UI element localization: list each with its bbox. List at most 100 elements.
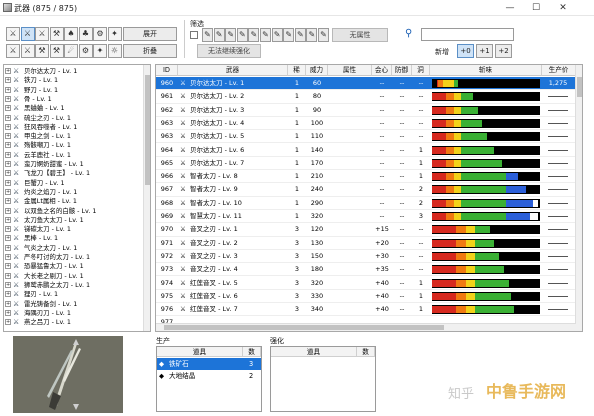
tree-item[interactable]: + ⚔ 严冬叮讨的太刀 - Lv. 1	[4, 253, 144, 261]
weapon-type-icon-11[interactable]: ⚒	[35, 44, 49, 58]
expand-toggle-icon[interactable]: +	[5, 263, 11, 270]
table-row[interactable]: 968 ⚔ 智者太刀 - Lv. 10 1 290 -- -- 2	[156, 197, 576, 210]
element-filter-icon-8[interactable]: ✎	[283, 28, 295, 42]
column-header-sharpness[interactable]: 斩味	[430, 65, 542, 76]
column-header-power[interactable]: 威力	[306, 65, 328, 76]
tree-item[interactable]: + ⚔ 雷光铸备剑 - Lv. 1	[4, 300, 144, 308]
expand-toggle-icon[interactable]: +	[5, 216, 11, 223]
close-button[interactable]: ✕	[551, 0, 575, 16]
expand-toggle-icon[interactable]: +	[5, 170, 11, 177]
tree-item[interactable]: + ⚔ 恐暴猛鲁太刀 - Lv. 1	[4, 262, 144, 270]
expand-toggle-icon[interactable]: +	[5, 281, 11, 288]
expand-button[interactable]: 展开	[123, 27, 177, 41]
element-filter-icon-11[interactable]: ✎	[318, 28, 329, 42]
tree-item[interactable]: + ⚔ 甲虫之剑 - Lv. 1	[4, 132, 144, 140]
tree-item[interactable]: + ⚔ 蛮刀婀奶甜蜜 - Lv. 1	[4, 160, 144, 168]
tree-item[interactable]: + ⚔ 燕之吕刀 - Lv. 1	[4, 318, 144, 326]
weapon-type-icon-2[interactable]: ⚔	[20, 27, 35, 41]
collapse-button[interactable]: 折叠	[123, 44, 177, 58]
table-row[interactable]: 966 ⚔ 智者太刀 - Lv. 8 1 210 -- -- 1	[156, 170, 576, 184]
weapon-table[interactable]: ID 武器稀威力 属性 会心 防御洞斩味 生产价 960 ⚔ 贝尔达太刀 - Lv. 1 1 60…	[155, 64, 583, 332]
production-header-qty[interactable]: 数	[243, 347, 261, 357]
tree-item[interactable]: + ⚔ 以双鱼之名的白骸 - Lv. 1	[4, 207, 144, 215]
expand-toggle-icon[interactable]: +	[5, 161, 11, 167]
tree-item[interactable]: + ⚔ 云羊鹿社 - Lv. 1	[4, 151, 144, 159]
tree-item[interactable]: + ⚔ 硫尘之刃 - Lv. 1	[4, 114, 144, 122]
weapon-type-icon-1[interactable]: ⚔	[6, 27, 20, 41]
expand-toggle-icon[interactable]: +	[5, 114, 11, 121]
production-list[interactable]: 道具 数 ◆ 铁矿石 3 ◆ 大地结晶 2	[156, 346, 262, 412]
weapon-type-icon-3[interactable]: ⚔	[35, 27, 49, 41]
expand-toggle-icon[interactable]: +	[5, 95, 11, 102]
column-header-attribute[interactable]: 属性	[328, 65, 372, 76]
table-row[interactable]: 970 ⚔ 音叉之刃 - Lv. 1 3 120 +15 -- --	[156, 223, 576, 237]
tree-item[interactable]: + ⚔ 巨蟹刀 - Lv. 1	[4, 179, 144, 187]
tree-item[interactable]: + ⚔ 太刀鱼大太刀 - Lv. 1	[4, 216, 144, 224]
maximize-button[interactable]: ☐	[524, 0, 548, 16]
expand-toggle-icon[interactable]: +	[5, 207, 11, 214]
expand-toggle-icon[interactable]: +	[5, 198, 11, 205]
new-plus1-button[interactable]: +1	[476, 44, 493, 58]
expand-toggle-icon[interactable]: +	[5, 68, 11, 74]
tree-item[interactable]: + ⚔ 骨 - Lv. 1	[4, 95, 144, 103]
tree-item[interactable]: + ⚔ 气炎之太刀 - Lv. 1	[4, 244, 144, 252]
element-filter-icon-2[interactable]: ✎	[213, 28, 225, 42]
table-row[interactable]: 961 ⚔ 贝尔达太刀 - Lv. 2 1 80 -- -- --	[156, 90, 576, 104]
table-row[interactable]: 976 ⚔ 红莲音叉 - Lv. 7 3 340 +40 -- 1	[156, 303, 576, 317]
weapon-type-icon-4[interactable]: ⚒	[49, 27, 64, 41]
table-row[interactable]: 974 ⚔ 红莲音叉 - Lv. 5 3 320 +40 -- 1	[156, 277, 576, 290]
tree-scrollbar[interactable]	[143, 65, 150, 331]
expand-toggle-icon[interactable]: +	[5, 226, 11, 233]
tree-item[interactable]: + ⚔ 灼炎之焰刀 - Lv. 1	[4, 188, 144, 196]
production-header-item[interactable]: 道具	[157, 347, 243, 357]
expand-toggle-icon[interactable]: +	[5, 105, 11, 112]
element-filter-icon-1[interactable]: ✎	[202, 28, 213, 42]
expand-toggle-icon[interactable]: +	[5, 254, 11, 260]
weapon-type-icon-7[interactable]: ⚙	[93, 27, 107, 41]
tree-item[interactable]: + ⚔ 殇骸嘲刀 - Lv. 1	[4, 141, 144, 149]
column-header-slots[interactable]: 洞	[412, 65, 430, 76]
search-input[interactable]	[421, 28, 514, 41]
expand-toggle-icon[interactable]: +	[5, 291, 11, 298]
element-filter-icon-9[interactable]: ✎	[294, 28, 306, 42]
table-row[interactable]: 963 ⚔ 贝尔达太刀 - Lv. 5 1 110 -- -- --	[156, 130, 576, 144]
production-row[interactable]: ◆ 大地结晶 2	[157, 370, 261, 382]
table-scroll-thumb[interactable]	[577, 77, 582, 97]
table-row[interactable]: 963 ⚔ 贝尔达太刀 - Lv. 4 1 100 -- -- --	[156, 117, 576, 131]
table-row[interactable]: 960 ⚔ 贝尔达太刀 - Lv. 1 1 60 -- -- -- 1,275	[156, 77, 576, 91]
table-row[interactable]: 973 ⚔ 音叉之刃 - Lv. 4 3 180 +35 -- --	[156, 263, 576, 277]
expand-toggle-icon[interactable]: +	[5, 235, 11, 242]
tree-item[interactable]: + ⚔ 黑棒 - Lv. 1	[4, 234, 144, 242]
tree-item[interactable]: + ⚔ 金属Lt属相 - Lv. 1	[4, 197, 144, 205]
tree-item[interactable]: + ⚔ 锑碳太刀 - Lv. 1	[4, 225, 144, 233]
expand-toggle-icon[interactable]: +	[5, 309, 11, 316]
weapon-type-icon-9[interactable]: ⚔	[6, 44, 20, 58]
weapon-tree[interactable]: + ⚔ 贝尔达太刀 - Lv. 1 + ⚔ 铁刀 - Lv. 1 + ⚔ 野刀 - Lv. 1 +…	[3, 64, 151, 332]
element-filter-icon-5[interactable]: ✎	[248, 28, 260, 42]
column-header-weapon[interactable]: 武器	[178, 65, 288, 76]
element-filter-icon-6[interactable]: ✎	[260, 28, 271, 42]
tree-scroll-thumb[interactable]	[145, 75, 150, 185]
table-row[interactable]: 967 ⚔ 智者太刀 - Lv. 9 1 240 -- -- 2	[156, 183, 576, 197]
new-plus0-button[interactable]: +0	[457, 44, 474, 58]
column-header-id[interactable]: ID	[156, 65, 178, 76]
upgrade-header-qty[interactable]: 数	[357, 347, 375, 357]
table-row[interactable]: 972 ⚔ 音叉之刃 - Lv. 3 3 150 +30 -- --	[156, 250, 576, 264]
weapon-type-icon-12[interactable]: ⚒	[49, 44, 64, 58]
tree-item[interactable]: + ⚔ 海隅刃刀 - Lv. 1	[4, 309, 144, 317]
tree-item[interactable]: + ⚔ 贝尔达太刀 - Lv. 1	[4, 67, 144, 75]
column-header-price[interactable]: 生产价	[542, 65, 576, 76]
table-row[interactable]: 965 ⚔ 贝尔达太刀 - Lv. 7 1 170 -- -- 1	[156, 157, 576, 171]
expand-toggle-icon[interactable]: +	[5, 86, 11, 93]
expand-toggle-icon[interactable]: +	[5, 151, 11, 158]
tree-item[interactable]: + ⚔ 黑蛐蛐 - Lv. 1	[4, 104, 144, 112]
expand-toggle-icon[interactable]: +	[5, 133, 11, 140]
expand-toggle-icon[interactable]: +	[5, 319, 11, 326]
weapon-type-icon-6[interactable]: ♣	[78, 27, 93, 41]
expand-toggle-icon[interactable]: +	[5, 300, 11, 307]
expand-toggle-icon[interactable]: +	[5, 272, 11, 279]
expand-toggle-icon[interactable]: +	[5, 244, 11, 251]
element-filter-icon-3[interactable]: ✎	[225, 28, 237, 42]
expand-toggle-icon[interactable]: +	[5, 188, 11, 195]
table-row[interactable]: 962 ⚔ 贝尔达太刀 - Lv. 3 1 90 -- -- --	[156, 104, 576, 117]
